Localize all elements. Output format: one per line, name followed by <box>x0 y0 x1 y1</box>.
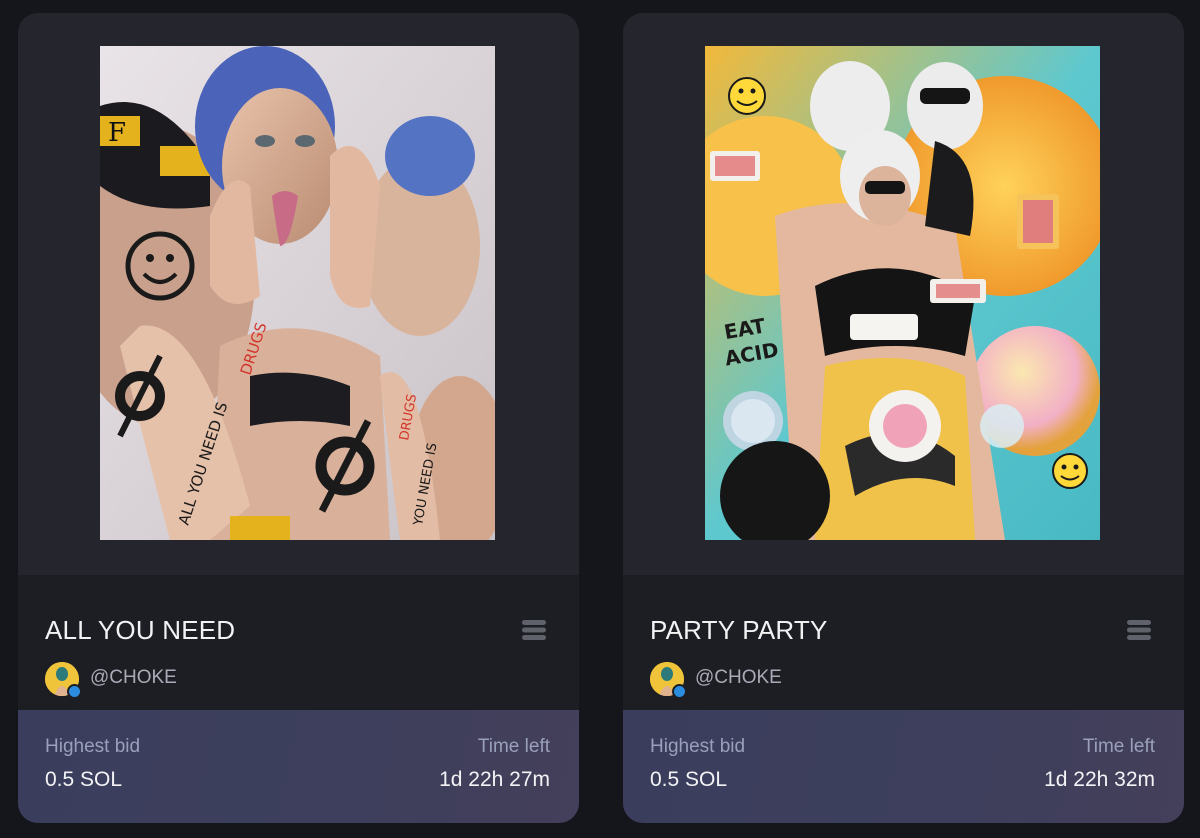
highest-bid-label: Highest bid <box>45 736 141 757</box>
nft-card-all-you-need[interactable]: F ALL YOU NEED IS DRUGS YOU NEED IS DRUG… <box>18 13 579 823</box>
svg-text:F: F <box>108 118 126 148</box>
nft-media[interactable]: F ALL YOU NEED IS DRUGS YOU NEED IS DRUG… <box>18 13 579 575</box>
nft-media[interactable]: EAT ACID <box>623 13 1184 575</box>
nft-card-party-party[interactable]: EAT ACID PARTY PARTY @CHOKE Highest bid … <box>623 13 1184 823</box>
time-left-label: Time left <box>1082 736 1155 757</box>
nft-artwork-image[interactable]: EAT ACID <box>705 46 1100 540</box>
highest-bid-label: Highest bid <box>650 736 746 757</box>
creator-handle[interactable]: @CHOKE <box>90 667 177 689</box>
stack-icon[interactable] <box>521 617 547 643</box>
card-info: ALL YOU NEED @CHOKE <box>18 575 579 710</box>
card-info: PARTY PARTY @CHOKE <box>623 575 1184 710</box>
time-left-value: 1d 22h 27m <box>439 768 550 791</box>
nft-title[interactable]: ALL YOU NEED <box>45 615 235 646</box>
time-left-value: 1d 22h 32m <box>1044 768 1155 791</box>
twitter-verified-icon <box>67 684 82 699</box>
nft-artwork-image[interactable]: F ALL YOU NEED IS DRUGS YOU NEED IS DRUG… <box>100 46 495 540</box>
bid-panel: Highest bid 0.5 SOL Time left 1d 22h 27m <box>18 710 579 823</box>
highest-bid-value: 0.5 SOL <box>650 768 728 791</box>
highest-bid-value: 0.5 SOL <box>45 768 123 791</box>
creator-handle[interactable]: @CHOKE <box>695 667 782 689</box>
bid-panel: Highest bid 0.5 SOL Time left 1d 22h 32m <box>623 710 1184 823</box>
stack-icon[interactable] <box>1126 617 1152 643</box>
twitter-verified-icon <box>672 684 687 699</box>
nft-title[interactable]: PARTY PARTY <box>650 615 828 646</box>
time-left-label: Time left <box>477 736 550 757</box>
